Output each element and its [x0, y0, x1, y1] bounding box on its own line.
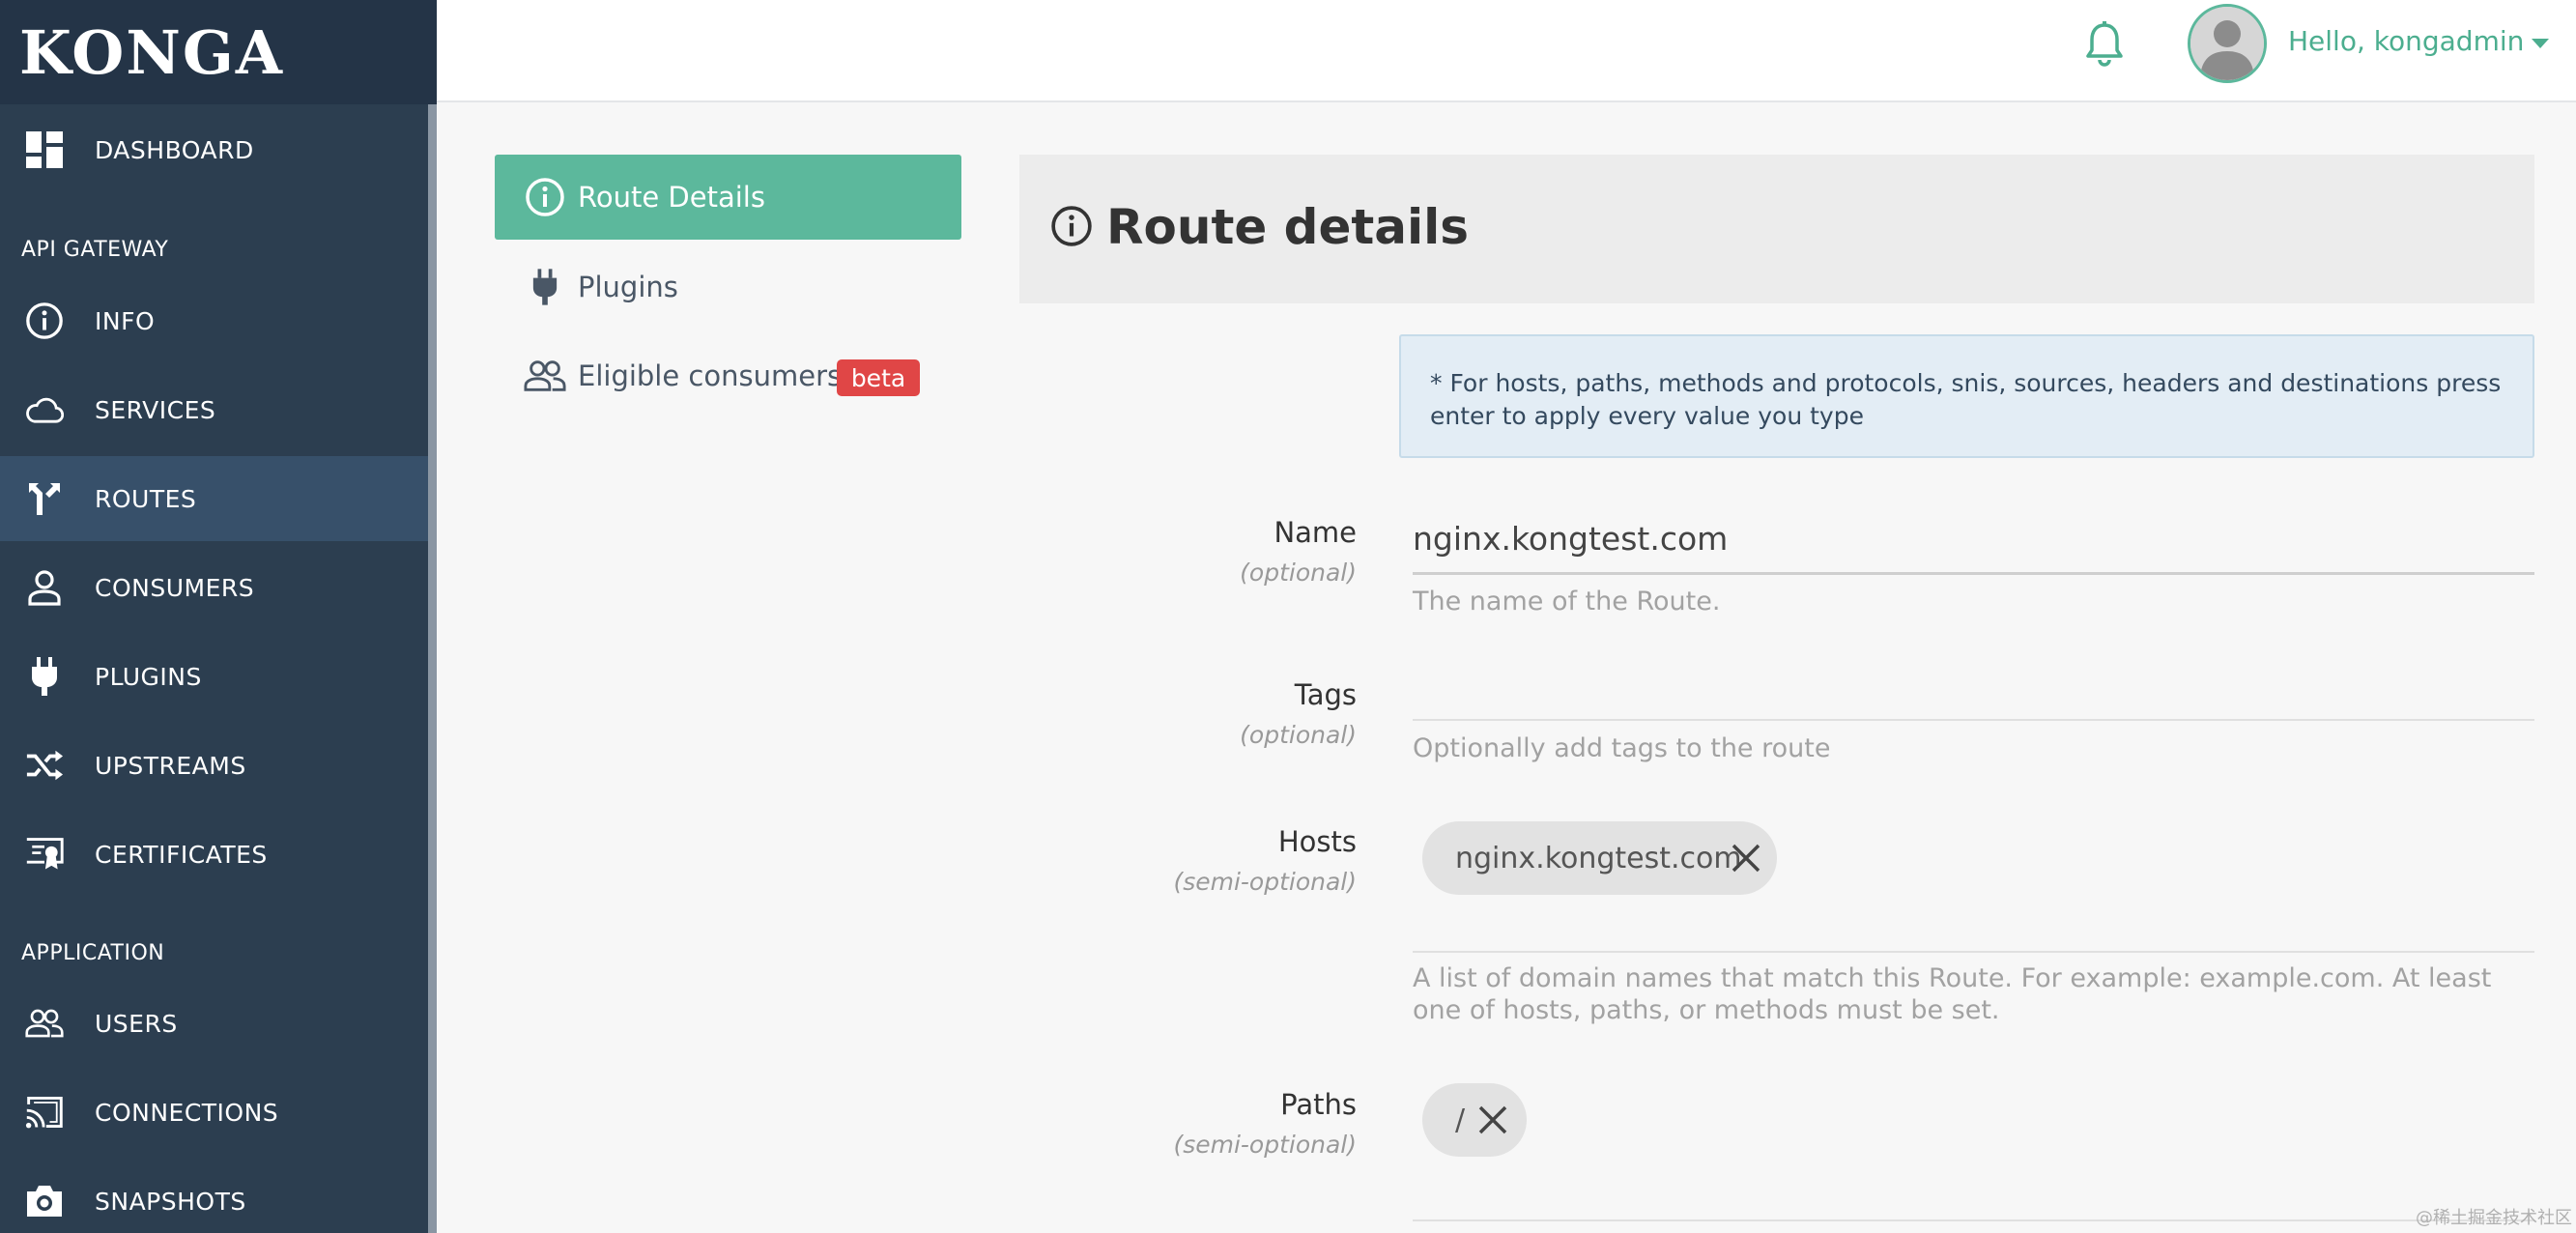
- name-label: Name: [1274, 516, 1357, 549]
- sidebar-item-users[interactable]: USERS: [0, 981, 428, 1066]
- name-input-underline: [1413, 572, 2534, 575]
- camera-icon: [25, 1182, 64, 1220]
- chevron-down-icon[interactable]: [2532, 39, 2549, 48]
- routes-icon: [25, 479, 64, 518]
- sidebar-item-certificates[interactable]: CERTIFICATES: [0, 812, 428, 897]
- sidebar-item-label: ROUTES: [95, 484, 197, 513]
- tags-input-underline: [1413, 719, 2534, 721]
- page-title: Route details: [1106, 199, 1470, 255]
- sidebar-item-consumers[interactable]: CONSUMERS: [0, 545, 428, 630]
- sidebar-item-label: SERVICES: [95, 395, 216, 424]
- sidebar-item-connections[interactable]: CONNECTIONS: [0, 1070, 428, 1155]
- watermark: @稀土掘金技术社区: [2416, 1208, 2572, 1228]
- sidebar-item-upstreams[interactable]: UPSTREAMS: [0, 723, 428, 808]
- sidebar-item-label: SNAPSHOTS: [95, 1187, 246, 1216]
- tab-label: Plugins: [578, 271, 678, 303]
- path-chip: /: [1422, 1083, 1527, 1157]
- section-title-application: APPLICATION: [21, 941, 165, 965]
- brand-text: KONGA: [19, 16, 284, 88]
- sidebar-item-routes[interactable]: ROUTES: [0, 456, 428, 541]
- brand-logo[interactable]: KONGA: [0, 0, 437, 104]
- users-icon: [524, 355, 566, 397]
- name-hint: (optional): [1240, 559, 1357, 587]
- tab-route-details[interactable]: Route Details: [495, 155, 961, 240]
- sidebar-item-label: INFO: [95, 306, 156, 335]
- host-chip: nginx.kongtest.com: [1422, 821, 1777, 895]
- info-icon: [524, 176, 566, 218]
- sidebar-item-label: CONSUMERS: [95, 573, 255, 602]
- plug-icon: [524, 266, 566, 308]
- users-icon: [25, 1004, 64, 1043]
- tags-help: Optionally add tags to the route: [1413, 733, 1831, 763]
- sidebar-item-plugins[interactable]: PLUGINS: [0, 634, 428, 719]
- tab-label: Eligible consumers: [578, 359, 843, 392]
- panel-header: Route details: [1019, 155, 2534, 303]
- plug-icon: [25, 657, 64, 696]
- host-chip-label: nginx.kongtest.com: [1455, 841, 1742, 875]
- hosts-input-underline[interactable]: [1413, 951, 2534, 953]
- user-menu[interactable]: Hello, kongadmin: [2288, 25, 2524, 57]
- tags-label: Tags: [1294, 678, 1357, 711]
- path-chip-label: /: [1455, 1103, 1466, 1137]
- hosts-hint: (semi-optional): [1173, 868, 1357, 896]
- sidebar-item-label: PLUGINS: [95, 662, 202, 691]
- hosts-label: Hosts: [1277, 825, 1357, 858]
- sidebar-item-services[interactable]: SERVICES: [0, 367, 428, 452]
- sidebar-item-label: DASHBOARD: [95, 135, 254, 164]
- shuffle-icon: [25, 746, 64, 785]
- info-alert: * For hosts, paths, methods and protocol…: [1399, 334, 2534, 458]
- sidebar-item-label: UPSTREAMS: [95, 751, 246, 780]
- bell-icon[interactable]: [2083, 21, 2126, 68]
- sidebar-item-label: USERS: [95, 1009, 178, 1038]
- dashboard-icon: [25, 130, 64, 169]
- close-icon[interactable]: [1730, 842, 1762, 875]
- sidebar-item-label: CONNECTIONS: [95, 1098, 279, 1127]
- sidebar-item-info[interactable]: INFO: [0, 278, 428, 363]
- name-input[interactable]: nginx.kongtest.com: [1413, 520, 1728, 558]
- name-help: The name of the Route.: [1413, 587, 1721, 616]
- info-icon: [25, 301, 64, 340]
- paths-hint: (semi-optional): [1173, 1131, 1357, 1159]
- sidebar-item-snapshots[interactable]: SNAPSHOTS: [0, 1159, 428, 1233]
- avatar[interactable]: [2188, 4, 2267, 83]
- paths-label: Paths: [1280, 1088, 1357, 1121]
- tab-label: Route Details: [578, 181, 765, 214]
- tab-plugins[interactable]: Plugins: [495, 244, 961, 330]
- section-title-api-gateway: API GATEWAY: [21, 238, 169, 262]
- person-icon: [25, 568, 64, 607]
- sidebar-item-label: CERTIFICATES: [95, 840, 268, 869]
- info-icon: [1050, 205, 1093, 247]
- tags-hint: (optional): [1240, 721, 1357, 749]
- close-icon[interactable]: [1476, 1104, 1509, 1136]
- paths-input-underline[interactable]: [1413, 1219, 2534, 1221]
- sidebar-scrollbar[interactable]: [428, 104, 437, 1233]
- hosts-help: A list of domain names that match this R…: [1413, 963, 2492, 1025]
- sidebar-item-dashboard[interactable]: DASHBOARD: [0, 107, 428, 192]
- cast-icon: [25, 1093, 64, 1132]
- beta-badge: beta: [837, 359, 920, 396]
- cloud-icon: [25, 390, 64, 429]
- certificate-icon: [25, 835, 64, 874]
